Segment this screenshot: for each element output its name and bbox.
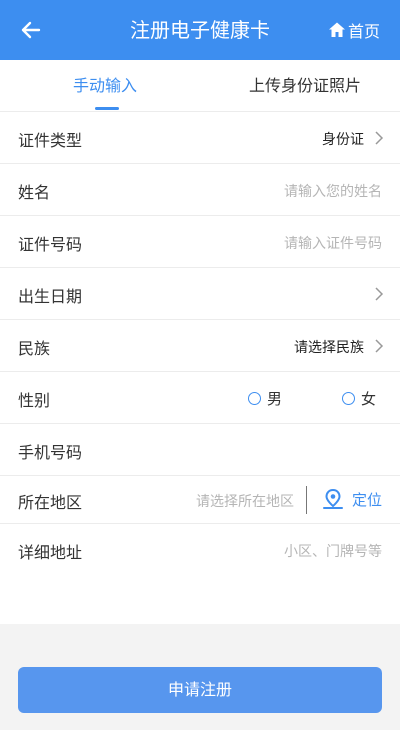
gender-male-radio[interactable]: 男 <box>248 388 282 409</box>
home-button[interactable]: 首页 <box>328 18 380 42</box>
ethnicity-value: 请选择民族 <box>294 340 364 356</box>
gender-row: 性别 男 女 <box>0 372 400 424</box>
id-number-label: 证件号码 <box>18 235 83 254</box>
radio-circle-icon <box>342 392 355 405</box>
address-label: 详细地址 <box>18 543 83 562</box>
ethnicity-row[interactable]: 民族 请选择民族 <box>0 320 400 372</box>
id-number-input[interactable]: 请输入证件号码 <box>284 233 382 253</box>
name-label: 姓名 <box>18 183 51 202</box>
gender-label: 性别 <box>18 391 51 410</box>
chevron-right-icon <box>375 339 384 353</box>
vertical-divider <box>306 486 307 514</box>
address-textarea[interactable]: 小区、门牌号等 <box>284 541 382 561</box>
phone-row: 手机号码 <box>0 424 400 476</box>
name-row: 姓名 请输入您的姓名 <box>0 164 400 216</box>
address-row: 详细地址 小区、门牌号等 <box>0 524 400 624</box>
active-tab-indicator <box>95 107 119 110</box>
region-row: 所在地区 请选择所在地区 定位 <box>0 476 400 524</box>
gender-female-label: 女 <box>361 390 377 408</box>
ethnicity-label: 民族 <box>18 339 51 358</box>
id-number-row: 证件号码 请输入证件号码 <box>0 216 400 268</box>
region-select[interactable]: 请选择所在地区 <box>196 491 294 511</box>
region-label: 所在地区 <box>18 493 83 512</box>
birth-date-label: 出生日期 <box>18 287 83 306</box>
registration-form: 证件类型 身份证 姓名 请输入您的姓名 证件号码 请输入证件号码 出生日期 民族… <box>0 112 400 624</box>
name-input[interactable]: 请输入您的姓名 <box>284 181 382 201</box>
phone-input[interactable] <box>222 438 382 462</box>
id-type-row[interactable]: 证件类型 身份证 <box>0 112 400 164</box>
location-pin-icon <box>322 488 343 509</box>
phone-label: 手机号码 <box>18 443 83 462</box>
locate-button[interactable]: 定位 <box>322 488 382 510</box>
chevron-right-icon <box>375 131 384 145</box>
tab-manual-input[interactable]: 手动输入 <box>0 60 210 112</box>
submit-register-button[interactable]: 申请注册 <box>18 667 382 713</box>
id-type-label: 证件类型 <box>18 131 83 150</box>
tab-bar: 手动输入 上传身份证照片 <box>0 60 400 112</box>
id-type-value: 身份证 <box>322 132 364 148</box>
gender-male-label: 男 <box>267 390 283 408</box>
app-header: 注册电子健康卡 首页 <box>0 0 400 60</box>
home-icon <box>328 22 345 37</box>
radio-circle-icon <box>248 392 261 405</box>
home-label: 首页 <box>347 22 380 41</box>
gender-female-radio[interactable]: 女 <box>342 388 376 409</box>
tab-upload-id-photo[interactable]: 上传身份证照片 <box>210 60 400 112</box>
locate-label: 定位 <box>351 490 382 509</box>
birth-date-row[interactable]: 出生日期 <box>0 268 400 320</box>
chevron-right-icon <box>375 287 384 301</box>
